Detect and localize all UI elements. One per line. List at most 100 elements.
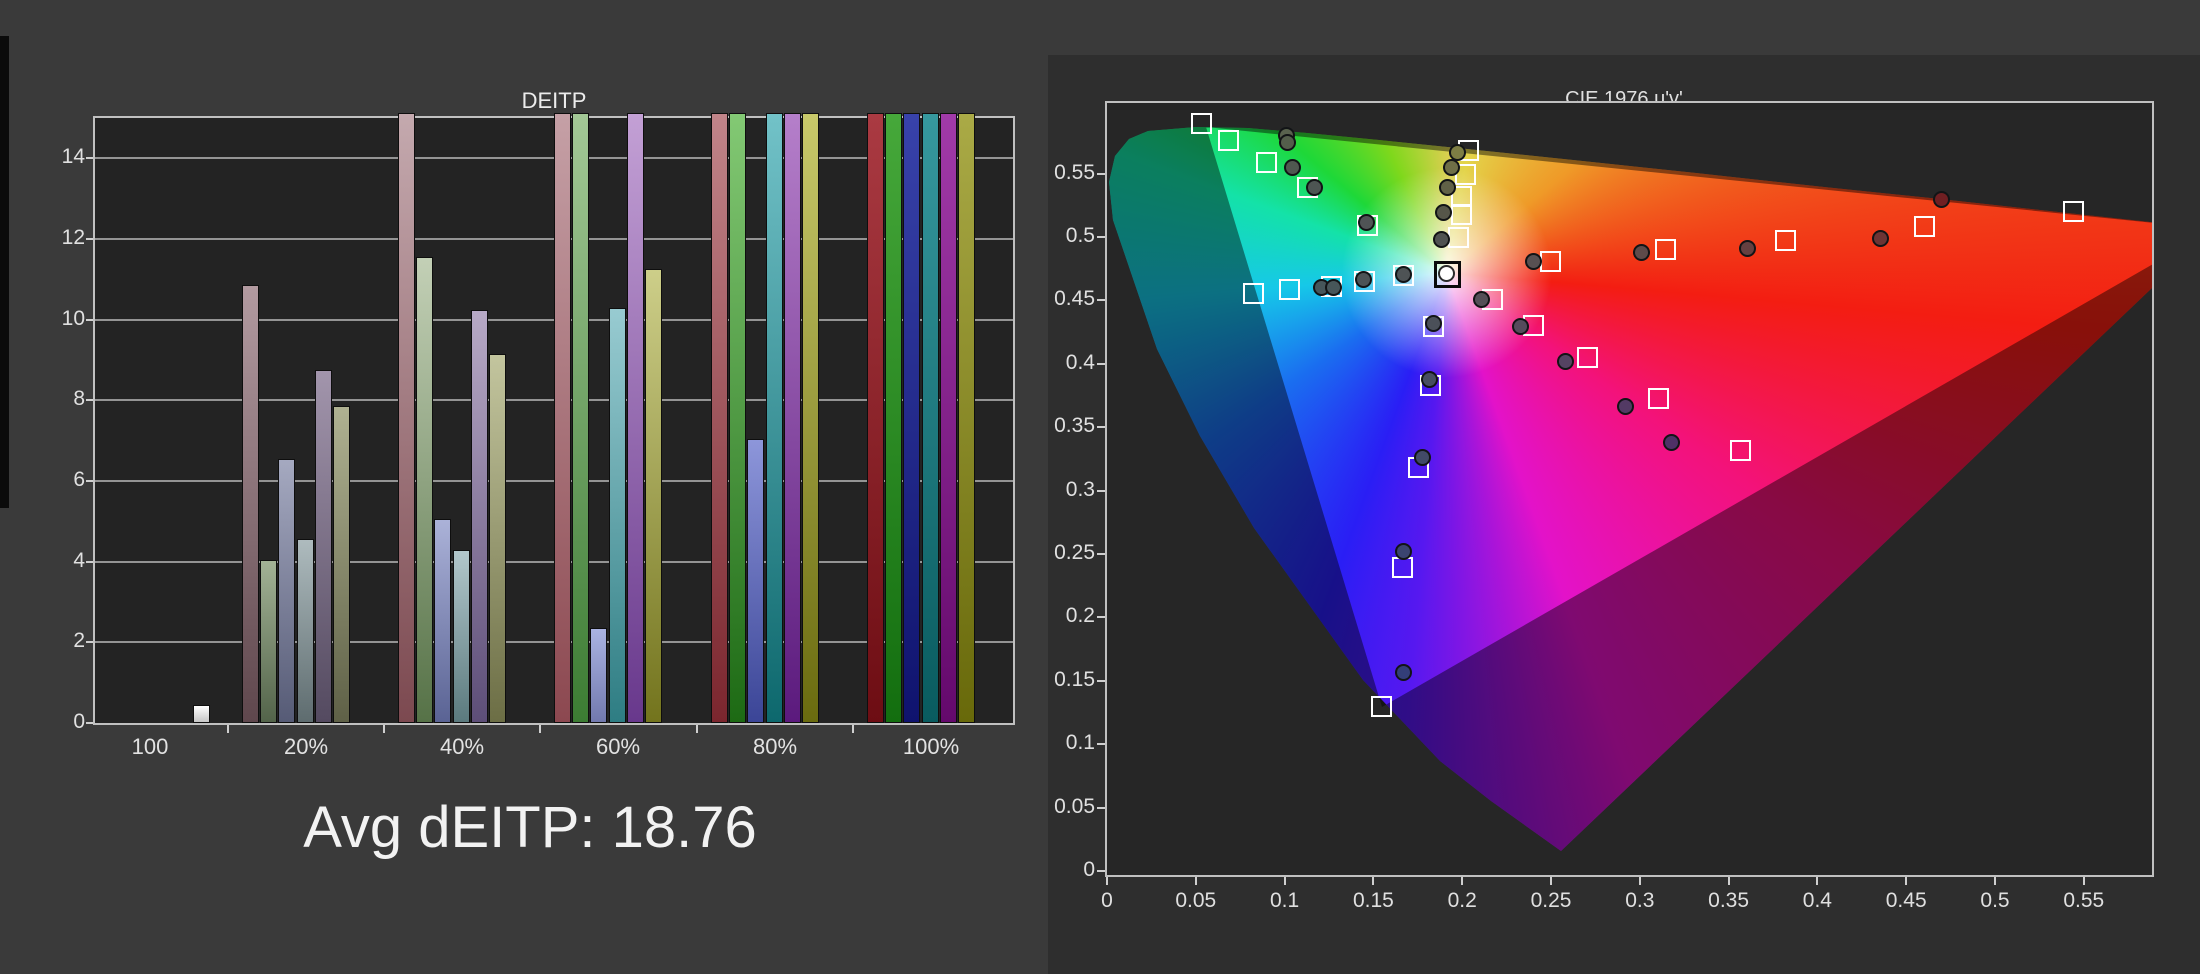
cie-y-label-0.4: 0.4 (1065, 350, 1095, 374)
cie-y-tick (1097, 299, 1105, 302)
measured-point-green-20 (1357, 214, 1375, 232)
cie-y-label-0.25: 0.25 (1054, 541, 1095, 564)
cie-y-tick (1097, 553, 1105, 555)
x-axis-label-60%: 60% (595, 734, 641, 759)
cie-y-label-0.3: 0.3 (1065, 477, 1095, 501)
cie-y-label-0.15: 0.15 (1054, 667, 1095, 691)
bar-blue-100 (903, 113, 921, 723)
cie-y-tick (1097, 806, 1105, 809)
cie-x-label-0.55: 0.55 (2063, 889, 2105, 912)
x-axis-label-100%: 100% (902, 734, 960, 759)
measured-point-cyan-20 (1394, 265, 1412, 283)
x-axis-label-20%: 20% (283, 734, 329, 759)
cie-y-tick (1097, 743, 1105, 746)
bar-green-20 (260, 560, 278, 723)
cie-x-label-0.05: 0.05 (1175, 889, 1217, 912)
measured-point-red-80 (1872, 229, 1890, 247)
cie-y-label-0.45: 0.45 (1054, 287, 1095, 311)
cie-x-tick (1905, 877, 1908, 885)
cie-y-tick (1097, 362, 1105, 365)
y-axis-label: 14 (61, 145, 85, 169)
cie-y-label-0.55: 0.55 (1054, 160, 1095, 184)
cie-y-tick (1097, 172, 1105, 175)
target-square-yellow-40 (1451, 203, 1473, 225)
target-square-blue-100 (1370, 696, 1392, 718)
bar-yellow-40 (489, 354, 506, 723)
bar-yellow-80 (802, 113, 819, 723)
measured-point-magenta-80 (1617, 397, 1635, 415)
bar-magenta-100 (939, 113, 957, 723)
cie-x-tick (1727, 877, 1730, 885)
cie-x-label-0.15: 0.15 (1352, 889, 1394, 912)
cie-y-tick (1097, 679, 1105, 682)
cie-y-tick (1097, 870, 1105, 872)
x-axis-label-80%: 80% (752, 734, 798, 759)
y-axis-label: 8 (73, 387, 85, 411)
measured-point-blue-20 (1424, 315, 1442, 333)
target-square-magenta-60 (1577, 346, 1599, 368)
cie-x-label-0.35: 0.35 (1708, 889, 1750, 912)
bar-red-60 (554, 113, 571, 723)
target-square-yellow-20 (1448, 227, 1469, 248)
cie-x-tick (1194, 877, 1197, 885)
y-axis-tick (86, 560, 93, 563)
cie-x-label-0.2: 0.2 (1447, 889, 1477, 912)
target-square-red-100 (2063, 201, 2085, 223)
target-square-cyan-100 (1243, 283, 1265, 305)
measured-point-magenta-40 (1511, 317, 1529, 335)
y-axis-tick (86, 722, 93, 724)
bar-cyan-80 (765, 113, 783, 723)
cie-x-tick (1106, 877, 1108, 885)
bar-magenta-20 (314, 370, 332, 723)
bar-yellow-20 (333, 406, 350, 723)
bar-green-80 (729, 113, 747, 723)
cie-y-label-0.05: 0.05 (1054, 794, 1095, 818)
bar-yellow-100 (958, 113, 975, 723)
measured-point-red-20 (1524, 253, 1542, 271)
y-axis-tick (86, 238, 93, 240)
measured-point-blue-40 (1421, 370, 1439, 388)
x-axis-tick (852, 725, 854, 733)
cie-x-tick (2082, 877, 2085, 885)
measured-point-magenta-20 (1472, 290, 1490, 308)
measured-point-yellow-40 (1434, 204, 1452, 222)
x-axis-tick (539, 725, 541, 733)
cie-x-label-0.5: 0.5 (1980, 889, 2010, 912)
bar-magenta-40 (470, 310, 488, 723)
y-axis-tick (86, 399, 93, 402)
cie-x-label-0: 0 (1101, 889, 1113, 912)
bar-green-40 (416, 257, 434, 723)
deitp-chart-title: DEITP (521, 88, 587, 113)
cie-x-tick (1816, 877, 1819, 885)
target-square-magenta-80 (1647, 388, 1669, 410)
bar-magenta-80 (783, 113, 801, 723)
y-axis-label: 0 (73, 710, 85, 733)
cie-x-label-0.4: 0.4 (1802, 889, 1832, 912)
window-edge-strip (0, 36, 9, 508)
white-point-dot (1437, 265, 1455, 283)
measured-point-cyan-60 (1324, 278, 1342, 296)
bar-green-60 (572, 113, 590, 723)
x-axis-tick (227, 725, 229, 733)
target-square-red-40 (1655, 238, 1677, 260)
cie-x-tick (1550, 877, 1552, 885)
measured-point-blue-100 (1395, 663, 1413, 681)
target-square-magenta-100 (1730, 440, 1752, 462)
target-square-blue-80 (1392, 556, 1414, 578)
cie-x-tick (1461, 877, 1464, 885)
measured-point-yellow-80 (1442, 159, 1460, 177)
deitp-bar-chart: 0 2 4 6 8 10 12 14 100 20% 40% 60% 80% 100% (62, 113, 1015, 759)
cie-y-label-0.35: 0.35 (1054, 414, 1095, 438)
y-axis-tick (86, 318, 93, 321)
bar-red-100 (867, 113, 884, 723)
cie-y-tick (1097, 236, 1105, 238)
bar-yellow-60 (645, 269, 662, 723)
y-axis-tick (86, 641, 93, 644)
bar-green-100 (885, 113, 903, 723)
cie-y-tick (1097, 616, 1105, 619)
target-square-red-20 (1540, 251, 1561, 273)
cie-y-label-0.5: 0.5 (1065, 224, 1095, 247)
target-square-red-60 (1774, 229, 1796, 251)
target-square-green-60 (1256, 152, 1278, 174)
bar-cyan-40 (452, 550, 470, 723)
